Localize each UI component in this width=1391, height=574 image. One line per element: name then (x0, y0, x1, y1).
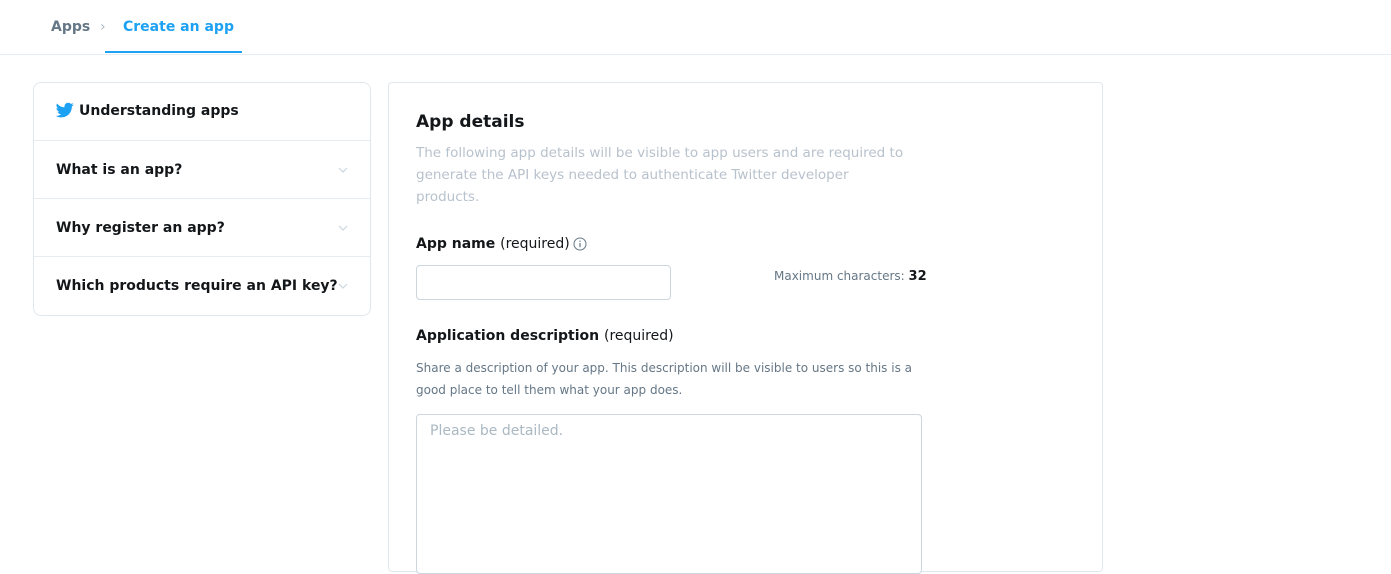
breadcrumb-create-app-tab[interactable]: Create an app (123, 19, 234, 35)
section-title: App details (416, 112, 525, 132)
sidebar-item-label: Why register an app? (56, 220, 225, 236)
required-marker: (required) (500, 236, 570, 252)
section-description: The following app details will be visibl… (416, 145, 904, 205)
understanding-apps-panel: Understanding apps What is an app? Why r… (33, 82, 371, 316)
app-details-form: App details The following app details wi… (388, 82, 1103, 574)
twitter-bird-icon (56, 102, 74, 118)
app-description-label: Application description (required) (416, 328, 674, 344)
sidebar-item-label: What is an app? (56, 162, 183, 178)
app-description-help: Share a description of your app. This de… (416, 361, 913, 397)
chevron-right-icon: › (100, 19, 106, 35)
chevron-down-icon (338, 283, 348, 289)
sidebar-title: Understanding apps (79, 103, 239, 119)
app-name-label: App name (required) (416, 236, 570, 252)
max-characters-value: 32 (908, 269, 927, 284)
max-characters-hint: Maximum characters: 32 (774, 269, 927, 284)
max-characters-label: Maximum characters: (774, 269, 905, 283)
info-icon[interactable] (573, 237, 587, 251)
sidebar-header: Understanding apps (34, 83, 370, 141)
sidebar-item-label: Which products require an API key? (56, 278, 338, 294)
active-tab-indicator (105, 51, 242, 53)
app-description-textarea[interactable] (416, 414, 922, 574)
app-name-input[interactable] (416, 265, 671, 300)
app-name-label-text: App name (416, 236, 496, 252)
sidebar-item-why-register[interactable]: Why register an app? (34, 199, 370, 257)
top-navigation: Apps › Create an app (0, 0, 1391, 55)
sidebar-item-which-products[interactable]: Which products require an API key? (34, 257, 370, 315)
app-description-label-text: Application description (416, 328, 600, 344)
breadcrumb-apps-link[interactable]: Apps (51, 19, 90, 35)
required-marker: (required) (604, 328, 674, 344)
chevron-down-icon (338, 225, 348, 231)
sidebar-item-what-is-an-app[interactable]: What is an app? (34, 141, 370, 199)
chevron-down-icon (338, 167, 348, 173)
